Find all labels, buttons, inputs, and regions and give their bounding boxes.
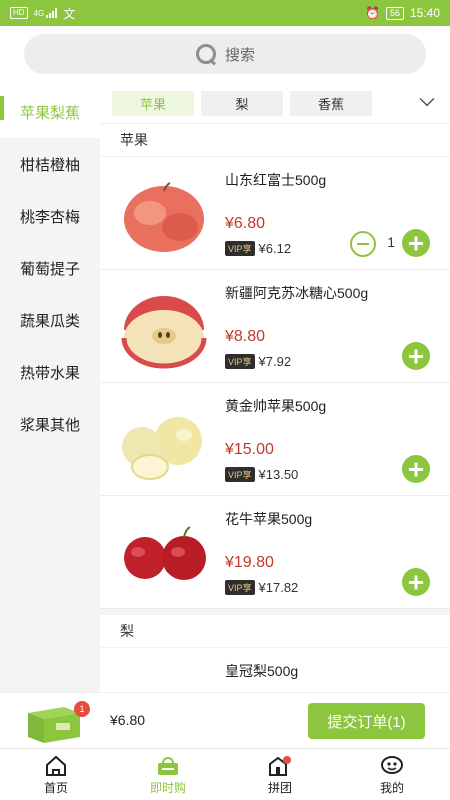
vip-badge: VIP享 bbox=[225, 467, 255, 482]
product-name: 皇冠梨500g bbox=[225, 663, 299, 679]
product-card[interactable]: 新疆阿克苏冰糖心500g ¥8.80 VIP享 ¥7.92 bbox=[100, 270, 450, 383]
profile-icon bbox=[381, 755, 403, 774]
quantity-value: 1 bbox=[387, 234, 395, 250]
product-list[interactable]: 苹果 山东红富士500g ¥6.80 VIP享 ¥6.12 1 新疆阿克苏冰糖心5… bbox=[100, 124, 450, 692]
sidebar-item-melons[interactable]: 蔬果瓜类 bbox=[0, 294, 100, 346]
cart-box-icon[interactable] bbox=[26, 697, 82, 745]
product-image bbox=[124, 182, 204, 252]
product-image bbox=[120, 662, 208, 692]
vip-price: VIP享 ¥7.92 bbox=[225, 354, 291, 369]
product-name: 花牛苹果500g bbox=[225, 511, 313, 527]
sidebar-item-stone-fruit[interactable]: 桃李杏梅 bbox=[0, 190, 100, 242]
add-to-cart-button[interactable] bbox=[402, 229, 430, 257]
product-price: ¥19.80 bbox=[225, 554, 274, 571]
battery-indicator: 56 bbox=[385, 6, 404, 20]
section-header-pear: 梨 bbox=[100, 615, 450, 648]
product-price: ¥6.80 bbox=[225, 215, 266, 232]
sidebar-item-tropical[interactable]: 热带水果 bbox=[0, 346, 100, 398]
product-card[interactable]: 山东红富士500g ¥6.80 VIP享 ¥6.12 1 bbox=[100, 157, 450, 270]
product-image bbox=[124, 526, 206, 580]
nav-mine[interactable]: 我的 bbox=[336, 749, 448, 800]
product-card[interactable]: 皇冠梨500g bbox=[100, 648, 450, 692]
product-card[interactable]: 花牛苹果500g ¥19.80 VIP享 ¥17.82 bbox=[100, 496, 450, 609]
vip-badge: VIP享 bbox=[225, 354, 255, 369]
product-image bbox=[122, 417, 202, 480]
cart-total: ¥6.80 bbox=[110, 712, 146, 728]
category-sidebar: 苹果梨蕉 柑桔橙柚 桃李杏梅 葡萄提子 蔬果瓜类 热带水果 浆果其他 bbox=[0, 86, 100, 692]
tab-pear[interactable]: 梨 bbox=[201, 91, 283, 116]
alarm-icon: ⏰ bbox=[365, 6, 380, 20]
product-price: ¥8.80 bbox=[225, 328, 266, 345]
product-price: ¥15.00 bbox=[225, 441, 274, 458]
input-method-indicator: 文 bbox=[63, 6, 76, 21]
vip-price: VIP享 ¥17.82 bbox=[225, 580, 298, 595]
vip-price: VIP享 ¥13.50 bbox=[225, 467, 298, 482]
bottom-nav: 首页 即时购 拼团 我的 bbox=[0, 748, 450, 800]
home-icon bbox=[46, 755, 66, 776]
status-bar: HD 4G 文 ⏰ 56 15:40 bbox=[0, 0, 450, 26]
search-icon bbox=[195, 43, 217, 65]
group-buy-icon bbox=[269, 755, 291, 776]
submit-order-button[interactable]: 提交订单(1) bbox=[308, 703, 425, 739]
sidebar-item-berries[interactable]: 浆果其他 bbox=[0, 398, 100, 450]
sidebar-item-apple-pear-banana[interactable]: 苹果梨蕉 bbox=[0, 86, 100, 138]
add-to-cart-button[interactable] bbox=[402, 568, 430, 596]
add-to-cart-button[interactable] bbox=[402, 342, 430, 370]
decrease-quantity-button[interactable] bbox=[350, 231, 376, 257]
sidebar-item-grapes[interactable]: 葡萄提子 bbox=[0, 242, 100, 294]
cart-bar: 1 ¥6.80 提交订单(1) bbox=[0, 692, 450, 748]
product-card[interactable]: 黄金帅苹果500g ¥15.00 VIP享 ¥13.50 bbox=[100, 383, 450, 496]
product-name: 黄金帅苹果500g bbox=[225, 398, 327, 414]
product-name: 新疆阿克苏冰糖心500g bbox=[225, 285, 369, 301]
nav-group-buy[interactable]: 拼团 bbox=[224, 749, 336, 800]
tab-banana[interactable]: 香蕉 bbox=[290, 91, 372, 116]
vip-badge: VIP享 bbox=[225, 580, 255, 595]
cart-count-badge: 1 bbox=[74, 701, 90, 717]
clock: 15:40 bbox=[409, 6, 440, 20]
nav-instant-buy[interactable]: 即时购 bbox=[112, 749, 224, 800]
chevron-down-icon[interactable] bbox=[419, 91, 435, 107]
network-indicator: 4G bbox=[34, 8, 58, 18]
search-placeholder: 搜索 bbox=[224, 46, 255, 64]
basket-icon bbox=[158, 756, 178, 775]
section-header-apple: 苹果 bbox=[100, 124, 450, 157]
vip-badge: VIP享 bbox=[225, 241, 255, 256]
product-image bbox=[121, 296, 207, 369]
nav-home[interactable]: 首页 bbox=[0, 749, 112, 800]
search-area: 搜索 bbox=[0, 26, 450, 86]
add-to-cart-button[interactable] bbox=[402, 455, 430, 483]
search-input[interactable]: 搜索 bbox=[24, 34, 426, 74]
sim-indicator: HD bbox=[10, 7, 28, 19]
vip-price: VIP享 ¥6.12 bbox=[225, 241, 291, 256]
signal-icon bbox=[46, 8, 58, 18]
product-name: 山东红富士500g bbox=[225, 172, 327, 188]
sidebar-item-citrus[interactable]: 柑桔橙柚 bbox=[0, 138, 100, 190]
tab-apple[interactable]: 苹果 bbox=[112, 91, 194, 116]
subcategory-tabs: 苹果 梨 香蕉 bbox=[100, 86, 450, 124]
